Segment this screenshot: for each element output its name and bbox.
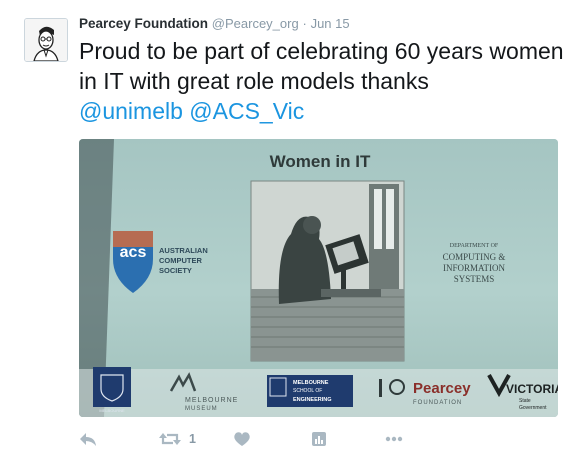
author-handle[interactable]: @Pearcey_org [212,16,299,31]
retweet-icon [159,433,181,445]
acs-line-2: COMPUTER [159,256,203,265]
dept-line-3: INFORMATION [443,263,506,273]
eng-line-3: ENGINEERING [293,397,332,403]
tweet-actions: 1 [79,424,559,454]
acs-line-3: SOCIETY [159,266,192,275]
tweet-photo[interactable]: Women in IT acs AUSTRALIAN COMPUTER SOCI… [79,139,558,417]
melbourne-engineering-logo: MELBOURNE SCHOOL OF ENGINEERING [267,375,353,407]
tweet-body: Proud to be part of celebrating 60 years… [79,38,564,94]
vic-sub-1: State [519,398,531,404]
museum-line-2: MUSEUM [185,406,218,412]
more-dots-icon [385,436,403,442]
heart-icon [234,432,250,446]
acs-logo-text: acs [120,244,147,261]
pearcey-sub: FOUNDATION [413,400,462,406]
eng-line-1: MELBOURNE [293,380,329,386]
tweet-header: Pearcey Foundation @Pearcey_org · Jun 15 [79,15,350,33]
reply-icon [80,433,96,446]
acs-line-1: AUSTRALIAN [159,246,208,255]
mention-unimelb[interactable]: @unimelb [79,98,183,124]
analytics-button[interactable] [311,424,327,454]
retweet-button[interactable]: 1 [159,424,196,454]
analytics-icon [312,432,326,446]
dept-line-1: DEPARTMENT OF [450,243,499,249]
eng-line-2: SCHOOL OF [293,388,322,394]
reply-button[interactable] [79,424,97,454]
museum-line-1: MELBOURNE [185,397,238,404]
dept-line-4: SYSTEMS [454,274,495,284]
unimelb-logo: MELBOURNE [93,367,131,413]
retweet-count: 1 [189,432,196,446]
vic-name: VICTORIA [506,382,558,396]
tweet-text: Proud to be part of celebrating 60 years… [79,36,574,126]
slide-photo-graphic: Women in IT acs AUSTRALIAN COMPUTER SOCI… [79,139,558,417]
tweet-date[interactable]: Jun 15 [311,16,350,31]
slide-title: Women in IT [270,152,371,171]
author-name[interactable]: Pearcey Foundation [79,16,208,31]
author-avatar[interactable] [24,18,68,62]
unimelb-small-text: MELBOURNE [99,408,125,413]
dept-line-2: COMPUTING & [443,252,506,262]
vic-sub-2: Government [519,405,547,411]
like-button[interactable] [233,424,251,454]
header-separator: · [302,16,307,31]
pearcey-name: Pearcey [413,380,471,397]
more-button[interactable] [385,424,403,454]
avatar-portrait-icon [25,19,67,61]
mention-acs-vic[interactable]: @ACS_Vic [189,98,304,124]
historic-photo [250,180,405,362]
